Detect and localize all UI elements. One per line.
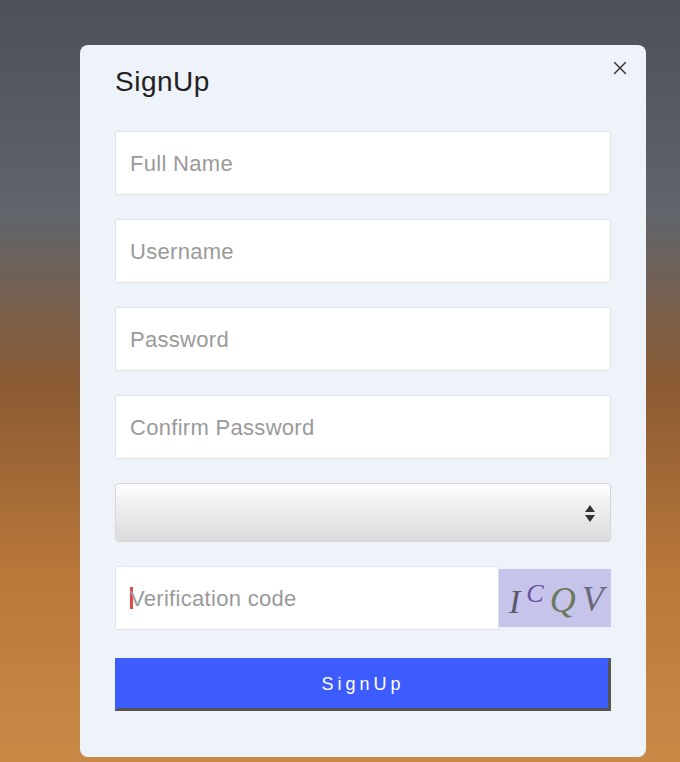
close-icon: [609, 57, 631, 79]
captcha-char: V: [582, 572, 604, 626]
page: SignUp ICQV SignUp: [0, 0, 680, 762]
text-input[interactable]: [130, 235, 596, 268]
text-input[interactable]: [130, 323, 596, 356]
captcha-image[interactable]: ICQV: [499, 569, 611, 627]
dialog-title: SignUp: [115, 64, 611, 100]
captcha-char: I: [509, 576, 520, 627]
signup-button[interactable]: SignUp: [115, 658, 611, 711]
verification-field[interactable]: [115, 566, 499, 630]
captcha-char: C: [526, 574, 543, 613]
text-input[interactable]: [130, 147, 596, 180]
verification-row: ICQV: [115, 566, 611, 630]
select-arrows-icon: [584, 502, 596, 524]
role-select[interactable]: [115, 483, 611, 542]
signup-form: ICQV SignUp: [115, 131, 611, 711]
signup-dialog: SignUp ICQV SignUp: [80, 45, 646, 757]
text-field[interactable]: [115, 219, 611, 283]
text-field[interactable]: [115, 395, 611, 459]
close-button[interactable]: [608, 56, 632, 80]
captcha-char: Q: [550, 573, 576, 627]
text-field[interactable]: [115, 131, 611, 195]
text-input[interactable]: [130, 411, 596, 444]
text-field[interactable]: [115, 307, 611, 371]
verification-input[interactable]: [130, 582, 484, 615]
